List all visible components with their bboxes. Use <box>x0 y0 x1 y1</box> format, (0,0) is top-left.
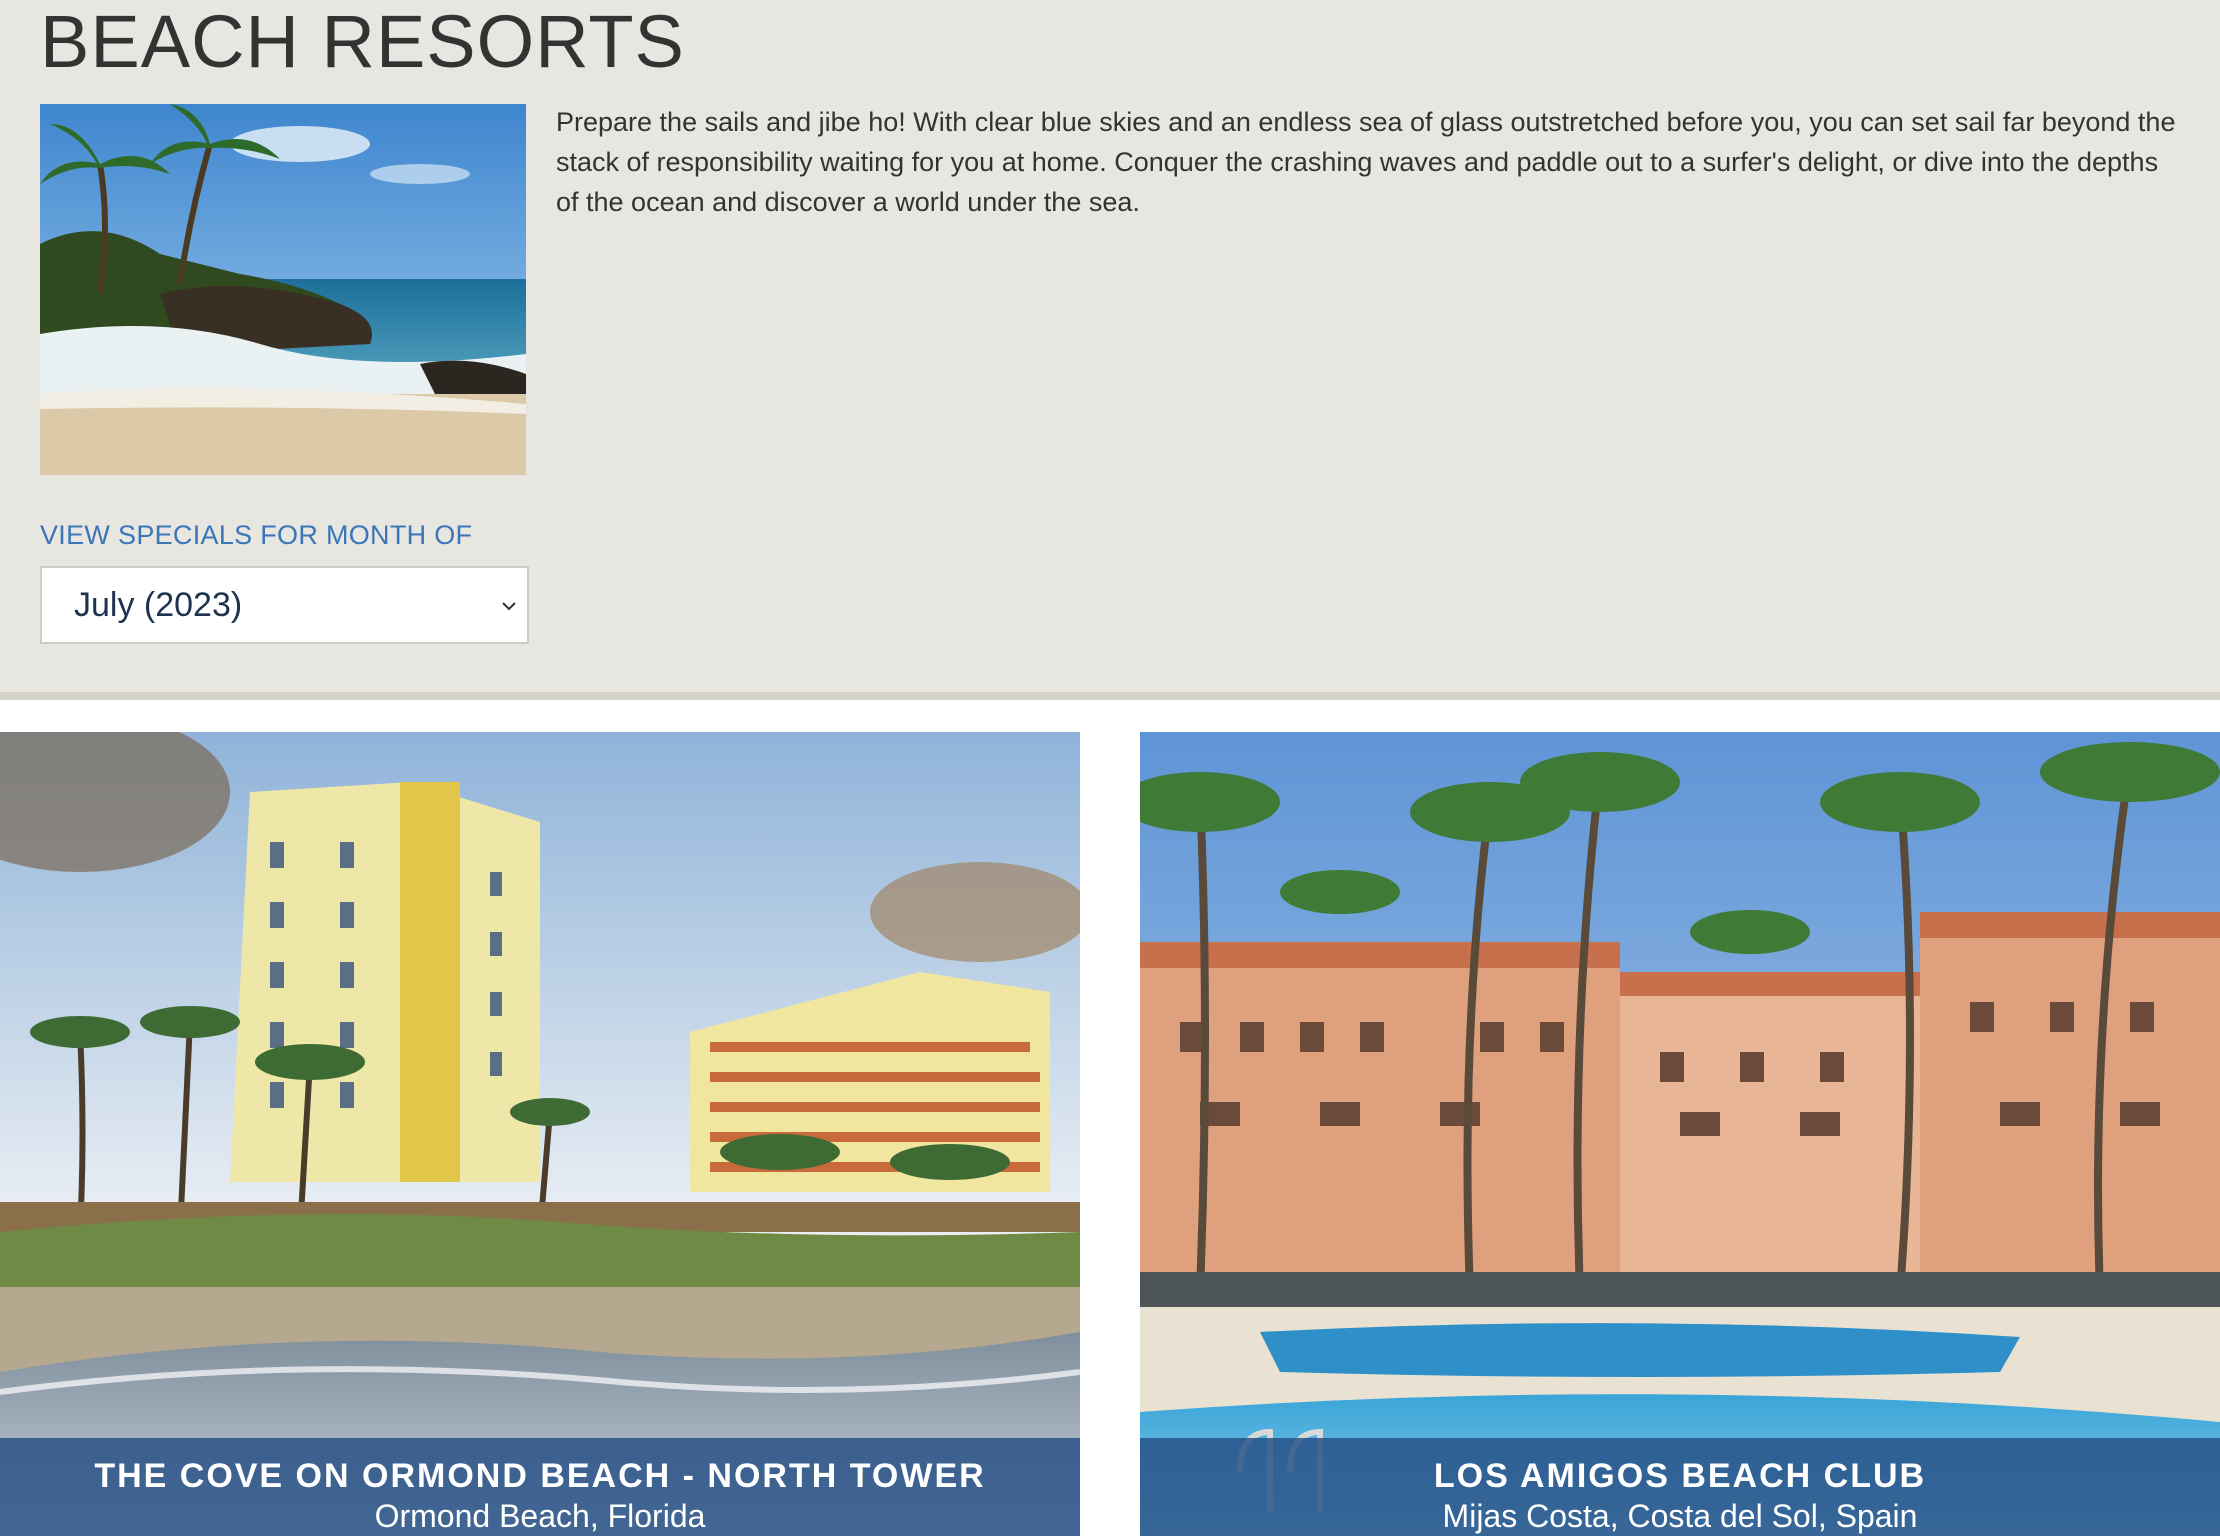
intro-paragraph: Prepare the sails and jibe ho! With clea… <box>556 107 2176 217</box>
month-select-dropdown[interactable]: July (2023) <box>40 566 529 644</box>
resort-caption: LOS AMIGOS BEACH CLUB Mijas Costa, Costa… <box>1140 1438 2220 1536</box>
resort-photo <box>0 732 1080 1536</box>
resort-location: Mijas Costa, Costa del Sol, Spain <box>1442 1498 1918 1534</box>
beach-hero-image <box>40 104 526 475</box>
resort-name: LOS AMIGOS BEACH CLUB <box>1433 1457 1927 1495</box>
resort-name: THE COVE ON ORMOND BEACH - NORTH TOWER <box>94 1457 986 1495</box>
page-title: BEACH RESORTS <box>40 0 685 83</box>
header-section: BEACH RESORTS Prepare the sails and jibe… <box>0 0 2220 700</box>
selected-month-value: July (2023) <box>74 585 243 624</box>
chevron-down-icon <box>502 602 516 611</box>
resort-card[interactable]: LOS AMIGOS BEACH CLUB Mijas Costa, Costa… <box>1140 732 2220 1536</box>
resort-location: Ormond Beach, Florida <box>374 1498 706 1534</box>
resort-card[interactable]: THE COVE ON ORMOND BEACH - NORTH TOWER O… <box>0 732 1080 1536</box>
specials-month-label: VIEW SPECIALS FOR MONTH OF <box>40 520 473 550</box>
resort-photo <box>1140 732 2220 1536</box>
resort-caption: THE COVE ON ORMOND BEACH - NORTH TOWER O… <box>0 1438 1080 1536</box>
